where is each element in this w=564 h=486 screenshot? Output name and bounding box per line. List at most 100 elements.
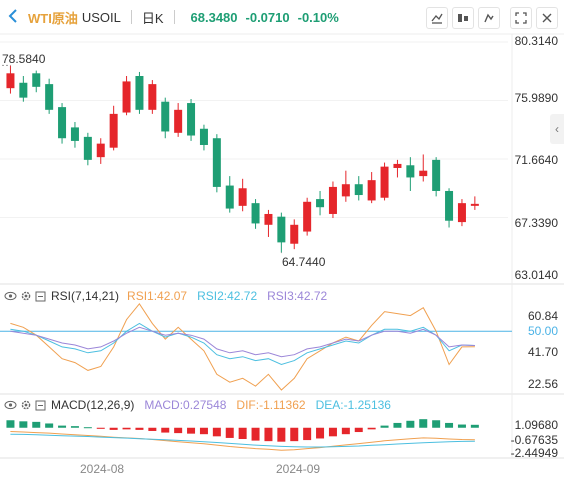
candle-body bbox=[58, 107, 67, 139]
candle-body bbox=[380, 166, 389, 198]
macd-y-tick: 1.09680 bbox=[514, 418, 558, 432]
candle-body bbox=[264, 213, 273, 225]
candle-body bbox=[341, 184, 350, 197]
macd-bar bbox=[45, 423, 54, 428]
candle-body bbox=[109, 113, 118, 148]
rsi-series-line bbox=[10, 322, 475, 366]
candle-body bbox=[70, 127, 79, 141]
kline-chart[interactable] bbox=[0, 0, 564, 486]
macd-bar bbox=[96, 427, 105, 429]
candle-body bbox=[316, 199, 325, 208]
x-tick-label: 2024-09 bbox=[276, 462, 321, 476]
candle-body bbox=[199, 128, 208, 145]
y-tick-label: 80.3140 bbox=[514, 34, 558, 48]
y-tick-label: 63.0140 bbox=[514, 268, 558, 282]
gear-icon[interactable] bbox=[19, 290, 32, 303]
macd-y-tick: -2.44949 bbox=[510, 446, 558, 460]
macd-bar bbox=[83, 427, 92, 429]
macd-bar bbox=[122, 427, 131, 430]
macd-bar bbox=[148, 427, 157, 431]
candle-body bbox=[96, 143, 105, 158]
candle-body bbox=[393, 163, 402, 168]
rsi1-label: RSI1:42.07 bbox=[127, 289, 188, 303]
macd-bar bbox=[445, 422, 454, 428]
macd-bar bbox=[225, 427, 234, 438]
rsi2-label: RSI2:42.72 bbox=[197, 289, 258, 303]
candle-body bbox=[83, 136, 92, 160]
macd-bar bbox=[432, 420, 441, 428]
y-tick-label: 75.9890 bbox=[514, 91, 558, 105]
candle-body bbox=[457, 203, 466, 223]
macd-bar bbox=[470, 424, 479, 428]
candle-body bbox=[161, 101, 170, 132]
macd-bar bbox=[393, 422, 402, 428]
macd-bar bbox=[32, 421, 41, 428]
high-annotation: 78.5840 bbox=[2, 52, 46, 66]
candle-body bbox=[6, 73, 15, 89]
macd-bar bbox=[380, 425, 389, 428]
candle-body bbox=[45, 84, 54, 110]
macd-bar bbox=[187, 427, 196, 434]
macd-bar bbox=[367, 427, 376, 430]
dea-label: DEA:-1.25136 bbox=[315, 398, 391, 412]
macd-bar bbox=[70, 426, 79, 428]
rsi-y-tick: 60.84 bbox=[527, 309, 558, 323]
candle-body bbox=[148, 84, 157, 110]
macd-bar bbox=[457, 424, 466, 428]
macd-bar bbox=[341, 427, 350, 435]
macd-bar bbox=[19, 421, 28, 428]
y-tick-label: 71.6640 bbox=[514, 153, 558, 167]
rsi-header: RSI(7,14,21) RSI1:42.07 RSI2:42.72 RSI3:… bbox=[4, 288, 327, 304]
macd-bar bbox=[212, 427, 221, 437]
macd-label: MACD:0.27548 bbox=[144, 398, 227, 412]
rsi3-label: RSI3:42.72 bbox=[267, 289, 328, 303]
macd-bar bbox=[419, 419, 428, 428]
macd-bar bbox=[303, 427, 312, 441]
macd-bar bbox=[290, 427, 299, 442]
macd-bar bbox=[316, 427, 325, 439]
macd-bar bbox=[199, 427, 208, 435]
macd-bar bbox=[238, 427, 247, 440]
rsi-ref-label: 50.00 bbox=[527, 324, 558, 338]
macd-y-tick: -0.67635 bbox=[510, 433, 558, 447]
macd-header: MACD(12,26,9) MACD:0.27548 DIF:-1.11362 … bbox=[4, 397, 391, 413]
eye-icon[interactable] bbox=[4, 290, 17, 303]
x-tick-label: 2024-08 bbox=[80, 462, 125, 476]
expand-icon[interactable] bbox=[34, 290, 47, 303]
candle-body bbox=[174, 109, 183, 133]
candle-body bbox=[290, 224, 299, 244]
macd-bar bbox=[251, 427, 260, 441]
candle-body bbox=[445, 190, 454, 221]
macd-bar bbox=[135, 427, 144, 430]
macd-bar bbox=[406, 420, 415, 428]
candle-body bbox=[406, 165, 415, 178]
eye-icon[interactable] bbox=[4, 399, 17, 412]
macd-bar bbox=[354, 427, 363, 433]
macd-bar bbox=[6, 420, 15, 428]
y-tick-label: 67.3390 bbox=[514, 216, 558, 230]
low-annotation: 64.7440 bbox=[282, 255, 326, 269]
candle-body bbox=[19, 82, 28, 98]
candle-body bbox=[212, 138, 221, 187]
macd-bar bbox=[58, 425, 67, 428]
candle-body bbox=[419, 170, 428, 177]
candle-body bbox=[135, 76, 144, 110]
candle-body bbox=[32, 73, 41, 87]
candle-body bbox=[225, 185, 234, 209]
collapse-arrow-icon[interactable]: ‹ bbox=[550, 114, 564, 144]
gear-icon[interactable] bbox=[19, 399, 32, 412]
dif-label: DIF:-1.11362 bbox=[236, 398, 306, 412]
rsi-y-tick: 41.70 bbox=[527, 345, 558, 359]
candle-body bbox=[251, 203, 260, 224]
macd-title: MACD(12,26,9) bbox=[51, 398, 135, 412]
candle-body bbox=[187, 103, 196, 136]
candle-body bbox=[367, 180, 376, 201]
expand-icon[interactable] bbox=[34, 399, 47, 412]
candle-body bbox=[238, 188, 247, 206]
macd-bar bbox=[109, 427, 118, 430]
candle-body bbox=[328, 186, 337, 214]
candle-body bbox=[122, 81, 131, 113]
rsi-y-tick: 22.56 bbox=[527, 377, 558, 391]
rsi-title: RSI(7,14,21) bbox=[51, 289, 120, 303]
candle-body bbox=[470, 203, 479, 206]
